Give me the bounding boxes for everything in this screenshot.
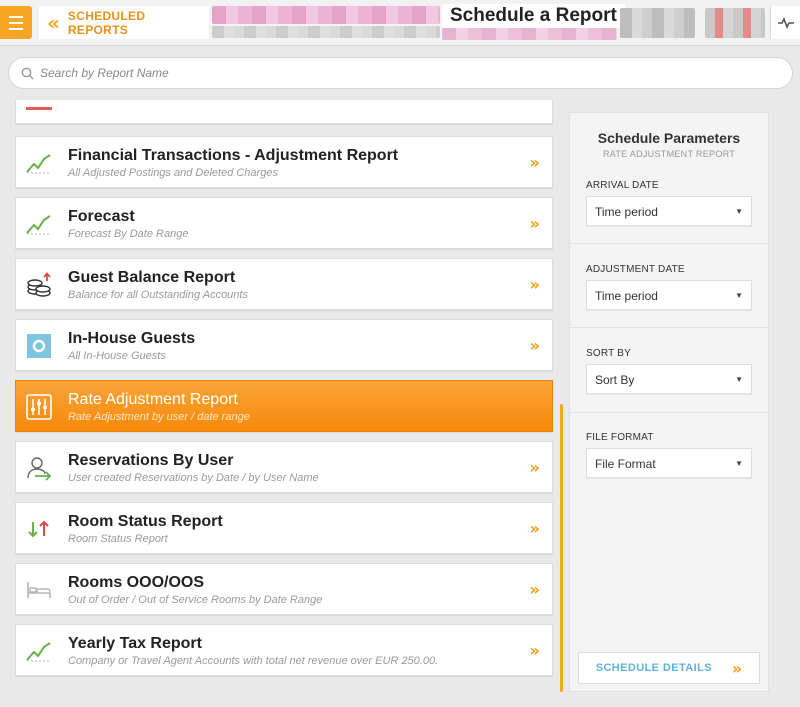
report-title: Rooms OOO/OOS <box>68 574 205 591</box>
double-chevron-right-icon: » <box>529 458 540 477</box>
param-sort-by: SORT BY Sort By ▼ <box>570 328 768 413</box>
report-row[interactable]: Rooms OOO/OOS Out of Order / Out of Serv… <box>15 563 553 615</box>
list-scrollbar[interactable] <box>560 404 563 692</box>
report-row[interactable]: In-House Guests All In-House Guests » <box>15 319 553 371</box>
report-subtitle: Out of Order / Out of Service Rooms by D… <box>68 594 323 606</box>
search-bar[interactable] <box>8 57 793 89</box>
arrival-date-select[interactable]: Time period ▼ <box>586 196 752 226</box>
report-title: Yearly Tax Report <box>68 635 202 652</box>
param-file-format: FILE FORMAT File Format ▼ <box>570 413 768 497</box>
activity-icon <box>777 16 794 29</box>
top-bar: « SCHEDULED REPORTS Schedule a Report <box>0 0 800 46</box>
report-row[interactable]: Yearly Tax Report Company or Travel Agen… <box>15 624 553 676</box>
sort-by-select[interactable]: Sort By ▼ <box>586 364 752 394</box>
param-label: FILE FORMAT <box>586 432 654 443</box>
menu-line <box>9 27 23 30</box>
select-value: Time period <box>595 205 658 219</box>
in-house-icon <box>26 333 52 359</box>
menu-line <box>9 21 23 24</box>
page-title: Schedule a Report <box>442 4 625 28</box>
report-row[interactable]: Guest Balance Report Balance for all Out… <box>15 258 553 310</box>
caret-down-icon: ▼ <box>735 375 743 384</box>
search-icon <box>21 67 34 79</box>
double-chevron-right-icon: » <box>529 275 540 294</box>
param-label: ARRIVAL DATE <box>586 180 659 191</box>
double-chevron-right-icon: » <box>529 214 540 233</box>
double-chevron-right-icon: » <box>529 519 540 538</box>
double-chevron-right-icon: » <box>529 153 540 172</box>
param-label: SORT BY <box>586 348 631 359</box>
report-row[interactable]: Financial Transactions - Adjustment Repo… <box>15 136 553 188</box>
report-subtitle: All Adjusted Postings and Deleted Charge… <box>68 167 278 179</box>
sliders-icon <box>26 394 52 420</box>
trend-chart-icon <box>26 211 52 237</box>
report-title: Financial Transactions - Adjustment Repo… <box>68 147 399 164</box>
up-down-arrows-icon <box>26 516 52 542</box>
report-row-selected[interactable]: Rate Adjustment Report Rate Adjustment b… <box>15 380 553 432</box>
search-input[interactable] <box>40 66 740 80</box>
report-icon <box>26 107 52 110</box>
report-title: Room Status Report <box>68 513 223 530</box>
panel-title: Schedule Parameters <box>597 130 741 146</box>
schedule-parameters-panel: Schedule Parameters RATE ADJUSTMENT REPO… <box>569 112 769 692</box>
redacted-block <box>620 8 695 38</box>
adjustment-date-select[interactable]: Time period ▼ <box>586 280 752 310</box>
report-title: Guest Balance Report <box>68 269 236 286</box>
param-arrival-date: ARRIVAL DATE Time period ▼ <box>570 162 768 244</box>
redacted-block <box>212 6 440 24</box>
activity-button[interactable] <box>770 6 800 39</box>
trend-chart-icon <box>26 150 52 176</box>
select-value: Sort By <box>595 373 635 387</box>
caret-down-icon: ▼ <box>735 291 743 300</box>
report-title: Rate Adjustment Report <box>68 391 238 408</box>
user-arrow-icon <box>26 455 52 481</box>
report-row[interactable]: Forecast Forecast By Date Range » <box>15 197 553 249</box>
report-title: Reservations By User <box>68 452 234 469</box>
menu-button[interactable] <box>0 6 32 39</box>
report-list[interactable]: Financial Transactions - Adjustment Repo… <box>15 100 554 700</box>
report-subtitle: Forecast By Date Range <box>68 228 189 240</box>
report-subtitle: Balance for all Outstanding Accounts <box>68 289 248 301</box>
double-chevron-right-icon: » <box>529 641 540 660</box>
report-subtitle: User created Reservations by Date / by U… <box>68 472 319 484</box>
double-chevron-right-icon: » <box>529 336 540 355</box>
caret-down-icon: ▼ <box>735 207 743 216</box>
report-row-departing-guests[interactable] <box>15 100 553 124</box>
coin-stack-icon <box>26 272 52 298</box>
bed-icon <box>26 577 52 603</box>
schedule-details-button[interactable]: SCHEDULE DETAILS » <box>578 652 760 684</box>
caret-down-icon: ▼ <box>735 459 743 468</box>
report-row[interactable]: Reservations By User User created Reserv… <box>15 441 553 493</box>
report-row[interactable]: Room Status Report Room Status Report » <box>15 502 553 554</box>
select-value: Time period <box>595 289 658 303</box>
redacted-block <box>212 26 440 38</box>
double-chevron-right-icon: » <box>731 658 743 678</box>
report-subtitle: Rate Adjustment by user / date range <box>68 411 250 423</box>
report-subtitle: All In-House Guests <box>68 350 166 362</box>
select-value: File Format <box>595 457 656 471</box>
param-adjustment-date: ADJUSTMENT DATE Time period ▼ <box>570 244 768 328</box>
report-title: Forecast <box>68 208 135 225</box>
schedule-details-label: SCHEDULE DETAILS <box>595 662 712 674</box>
file-format-select[interactable]: File Format ▼ <box>586 448 752 478</box>
redacted-block <box>442 28 617 40</box>
report-subtitle: Company or Travel Agent Accounts with to… <box>68 655 439 667</box>
back-to-scheduled-reports-button[interactable]: « SCHEDULED REPORTS <box>39 6 209 39</box>
trend-chart-icon <box>26 638 52 664</box>
report-title: In-House Guests <box>68 330 196 347</box>
panel-subtitle: RATE ADJUSTMENT REPORT <box>602 149 736 159</box>
redacted-block <box>705 8 765 38</box>
double-chevron-right-icon: » <box>529 580 540 599</box>
report-subtitle: Room Status Report <box>68 533 168 545</box>
back-button-label: SCHEDULED REPORTS <box>67 8 146 37</box>
double-chevron-left-icon: « <box>47 10 60 35</box>
param-label: ADJUSTMENT DATE <box>586 264 685 275</box>
menu-line <box>9 15 23 18</box>
